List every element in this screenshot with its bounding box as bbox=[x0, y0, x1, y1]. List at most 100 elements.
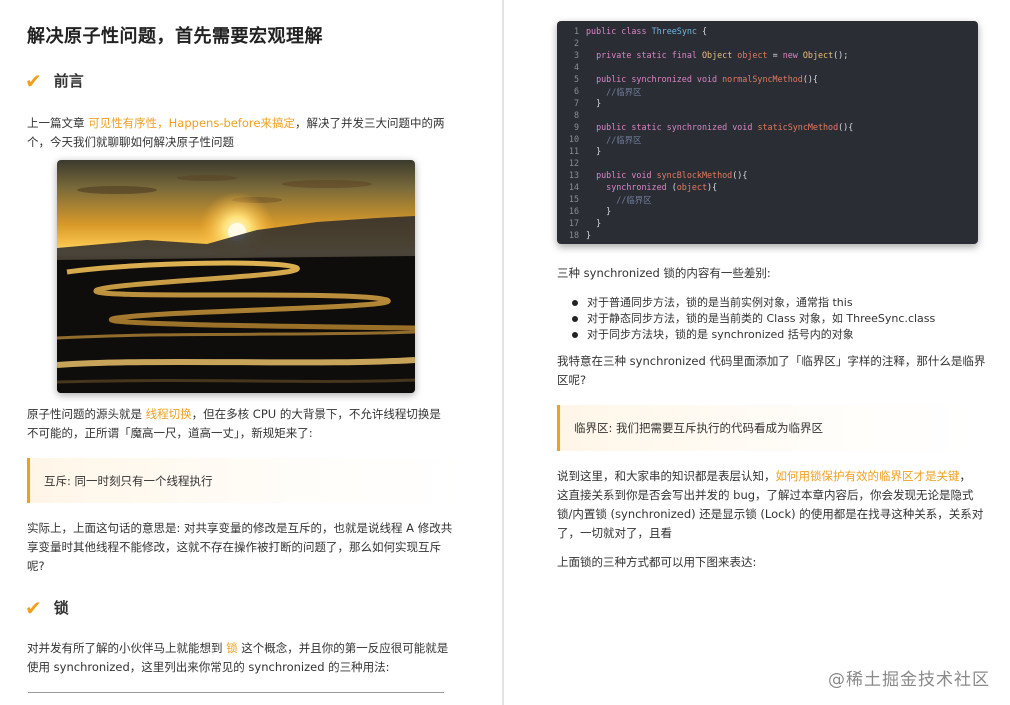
critical-line-2: 区呢? bbox=[557, 373, 587, 387]
code-token: synchronized bbox=[586, 182, 672, 192]
intro-line-2: 个，今天我们就聊聊如何解决原子性问题 bbox=[27, 135, 234, 149]
thread-switch-highlight: 线程切换 bbox=[145, 407, 192, 421]
section-title-preface: 前言 bbox=[53, 72, 84, 90]
code-token: (){ bbox=[802, 74, 818, 84]
code-line-number: 7 bbox=[573, 98, 579, 108]
code-token: object bbox=[676, 182, 708, 192]
section-divider bbox=[28, 692, 444, 693]
code-line-number: 1 bbox=[573, 26, 579, 36]
mutex-quote-text: 互斥: 同一时刻只有一个线程执行 bbox=[44, 473, 213, 488]
code-line-15: //临界区 bbox=[586, 195, 652, 205]
critical-section-quote-text: 临界区: 我们把需要互斥执行的代码看成为临界区 bbox=[574, 421, 824, 435]
code-token: public void bbox=[586, 170, 657, 180]
code-line-3: private static final Object object = new… bbox=[586, 50, 848, 60]
code-token: Object bbox=[701, 50, 738, 60]
code-token: object bbox=[737, 50, 768, 60]
code-line-9: public static synchronized void staticSy… bbox=[586, 122, 853, 132]
watermark: @稀土掘金技术社区 bbox=[828, 670, 990, 690]
checkmark-icon: ✔ bbox=[25, 595, 42, 620]
atomicity-line-2: 不可能的，正所谓「魔高一尺，道高一丈」，新规矩来了: bbox=[27, 426, 313, 440]
code-token: { bbox=[696, 26, 708, 36]
atomicity-text-a: 原子性问题的源头就是 bbox=[27, 407, 146, 421]
code-line-number: 18 bbox=[568, 230, 579, 240]
intro-line-1: 上一篇文章 可见性有序性，Happens-before来搞定，解决了并发三大问题… bbox=[27, 114, 472, 133]
key-line-2: 这直接关系到你是否会写出并发的 bug，了解过本章内容后，你会发现无论是隐式 bbox=[557, 488, 974, 502]
code-token: ){ bbox=[707, 182, 718, 192]
code-line-6: //临界区 bbox=[586, 87, 642, 97]
section-title-lock: 锁 bbox=[53, 599, 69, 617]
key-text-b: ， bbox=[959, 469, 972, 483]
sunset-river-image bbox=[57, 160, 415, 393]
checkmark-icon: ✔ bbox=[25, 68, 42, 93]
code-token: (){ bbox=[838, 122, 854, 132]
explanation-paragraph: 实际上，上面这句话的意思是: 对共享变量的修改是互斥的，也就是说线程 A 修改共… bbox=[27, 519, 477, 576]
code-line-number: 11 bbox=[568, 146, 579, 156]
intro-text-b: ，解决了并发三大问题中的两 bbox=[294, 116, 445, 130]
code-line-number: 13 bbox=[568, 170, 579, 180]
right-page: public class ThreeSync { private static … bbox=[504, 0, 1010, 705]
lock-text-a: 对并发有所了解的小伙伴马上就能想到 bbox=[27, 641, 227, 655]
code-line-13: public void syncBlockMethod(){ bbox=[586, 170, 747, 180]
section-lock: ✔ 锁 bbox=[25, 597, 69, 618]
code-line-number: 14 bbox=[568, 182, 579, 192]
explanation-line-2: 享变量时其他线程不能修改，这就不存在操作被打断的问题了，那么如何实现互斥 bbox=[27, 540, 441, 554]
differences-intro: 三种 synchronized 锁的内容有一些差别: bbox=[557, 266, 771, 280]
mutex-quote: 互斥: 同一时刻只有一个线程执行 bbox=[27, 458, 472, 503]
code-token: staticSyncMethod bbox=[757, 122, 839, 132]
lock-paragraph: 对并发有所了解的小伙伴马上就能想到 锁 这个概念，并且你的第一反应很可能就是 使… bbox=[27, 639, 477, 677]
code-line-11: } bbox=[586, 146, 602, 156]
key-line-1: 说到这里，和大家串的知识都是表层认知，如何用锁保护有效的临界区才是关键， bbox=[557, 467, 1002, 486]
intro-paragraph: 上一篇文章 可见性有序性，Happens-before来搞定，解决了并发三大问题… bbox=[27, 114, 472, 152]
explanation-line-3: 呢? bbox=[27, 559, 45, 573]
explanation-line-1: 实际上，上面这句话的意思是: 对共享变量的修改是互斥的，也就是说线程 A 修改共 bbox=[27, 521, 453, 535]
code-line-number: 15 bbox=[568, 194, 579, 204]
intro-text-a: 上一篇文章 bbox=[27, 116, 89, 130]
code-token: = bbox=[767, 50, 783, 60]
code-token: syncBlockMethod bbox=[656, 170, 733, 180]
code-token: new bbox=[782, 50, 803, 60]
code-token: (); bbox=[833, 50, 849, 60]
lock-differences-list: 对于普通同步方法，锁的是当前实例对象，通常指 this 对于静态同步方法，锁的是… bbox=[572, 295, 935, 343]
code-token: public class bbox=[586, 26, 652, 36]
code-line-7: } bbox=[586, 98, 602, 108]
key-text-a: 说到这里，和大家串的知识都是表层认知， bbox=[557, 469, 776, 483]
code-token: public synchronized void bbox=[586, 74, 723, 84]
code-token: (){ bbox=[732, 170, 748, 180]
critical-section-quote: 临界区: 我们把需要互斥执行的代码看成为临界区 bbox=[557, 405, 977, 451]
key-highlight: 如何用锁保护有效的临界区才是关键 bbox=[775, 469, 960, 483]
previous-article-link[interactable]: 可见性有序性，Happens-before来搞定 bbox=[88, 116, 295, 130]
code-line-1: public class ThreeSync { bbox=[586, 26, 707, 36]
code-line-number: 16 bbox=[568, 206, 579, 216]
key-line-3: 锁/内置锁 (synchronized) 还是显示锁 (Lock) 的使用都是在… bbox=[557, 507, 984, 521]
section-preface: ✔ 前言 bbox=[25, 70, 84, 91]
code-line-number: 4 bbox=[573, 62, 579, 72]
code-line-number: 6 bbox=[573, 86, 579, 96]
diagram-intro: 上面锁的三种方式都可以用下图来表达: bbox=[557, 555, 757, 569]
list-item: 对于静态同步方法，锁的是当前类的 Class 对象，如 ThreeSync.cl… bbox=[572, 311, 935, 327]
list-item: 对于普通同步方法，锁的是当前实例对象，通常指 this bbox=[572, 295, 935, 311]
code-line-number: 5 bbox=[573, 74, 579, 84]
key-line-4: 了，一切就对了，且看 bbox=[557, 526, 672, 540]
page-title: 解决原子性问题，首先需要宏观理解 bbox=[27, 26, 323, 47]
lock-line-1: 对并发有所了解的小伙伴马上就能想到 锁 这个概念，并且你的第一反应很可能就是 bbox=[27, 639, 477, 658]
code-line-10: //临界区 bbox=[586, 135, 642, 145]
lock-line-2: 使用 synchronized，这里列出来你常见的 synchronized 的… bbox=[27, 660, 390, 674]
code-line-17: } bbox=[586, 218, 602, 228]
code-line-number: 10 bbox=[568, 134, 579, 144]
code-line-14: synchronized (object){ bbox=[586, 182, 717, 192]
atomicity-paragraph: 原子性问题的源头就是 线程切换，但在多核 CPU 的大背景下，不允许线程切换是 … bbox=[27, 405, 477, 443]
code-token: Object bbox=[802, 50, 834, 60]
left-page: 解决原子性问题，首先需要宏观理解 ✔ 前言 上一篇文章 可见性有序性，Happe… bbox=[0, 0, 503, 705]
code-block: public class ThreeSync { private static … bbox=[557, 21, 978, 244]
lock-text-b: 这个概念，并且你的第一反应很可能就是 bbox=[237, 641, 449, 655]
code-line-5: public synchronized void normalSyncMetho… bbox=[586, 74, 818, 84]
key-paragraph: 说到这里，和大家串的知识都是表层认知，如何用锁保护有效的临界区才是关键， 这直接… bbox=[557, 467, 1002, 543]
code-line-number: 9 bbox=[573, 122, 579, 132]
code-line-18: } bbox=[586, 230, 592, 240]
code-line-number: 12 bbox=[568, 158, 579, 168]
code-token: normalSyncMethod bbox=[722, 74, 803, 84]
code-line-number: 2 bbox=[573, 38, 579, 48]
code-line-number: 17 bbox=[568, 218, 579, 228]
list-item: 对于同步方法块，锁的是 synchronized 括号内的对象 bbox=[572, 327, 935, 343]
code-token: private static final bbox=[586, 50, 702, 60]
